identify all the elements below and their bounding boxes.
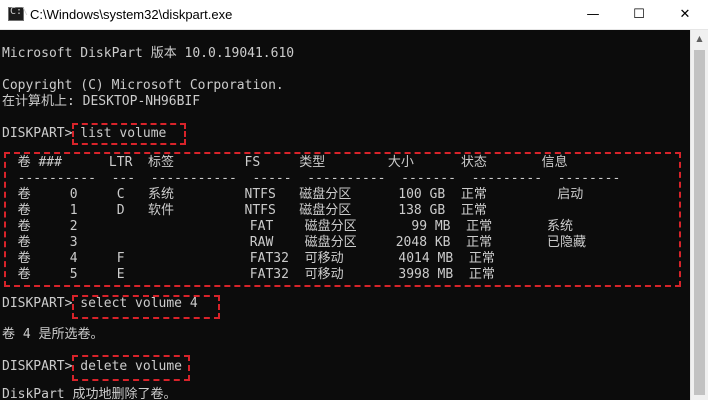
highlight-delete-volume <box>72 355 190 381</box>
scroll-up-arrow-icon[interactable]: ▲ <box>691 30 708 47</box>
window-title: C:\Windows\system32\diskpart.exe <box>30 7 233 22</box>
console-line: DiskPart 成功地删除了卷。 <box>2 387 177 402</box>
maximize-button[interactable]: ☐ <box>616 0 662 30</box>
console-icon: C:\ <box>8 6 28 21</box>
highlight-select-volume <box>72 295 220 319</box>
scrollbar-thumb[interactable] <box>694 50 705 395</box>
console-line: Copyright (C) Microsoft Corporation. <box>2 78 284 93</box>
highlight-volume-table <box>4 152 681 287</box>
console-line: 卷 4 是所选卷。 <box>2 327 104 342</box>
console-output[interactable]: Microsoft DiskPart 版本 10.0.19041.610 Cop… <box>0 30 690 402</box>
vertical-scrollbar[interactable]: ▲ <box>690 30 708 400</box>
console-line: Microsoft DiskPart 版本 10.0.19041.610 <box>2 46 295 61</box>
minimize-button[interactable]: — <box>570 0 616 30</box>
console-line: 在计算机上: DESKTOP-NH96BIF <box>2 94 201 109</box>
highlight-list-volume <box>72 123 186 145</box>
title-bar[interactable]: C:\ C:\Windows\system32\diskpart.exe — ☐… <box>0 0 708 30</box>
close-button[interactable]: ✕ <box>662 0 708 30</box>
